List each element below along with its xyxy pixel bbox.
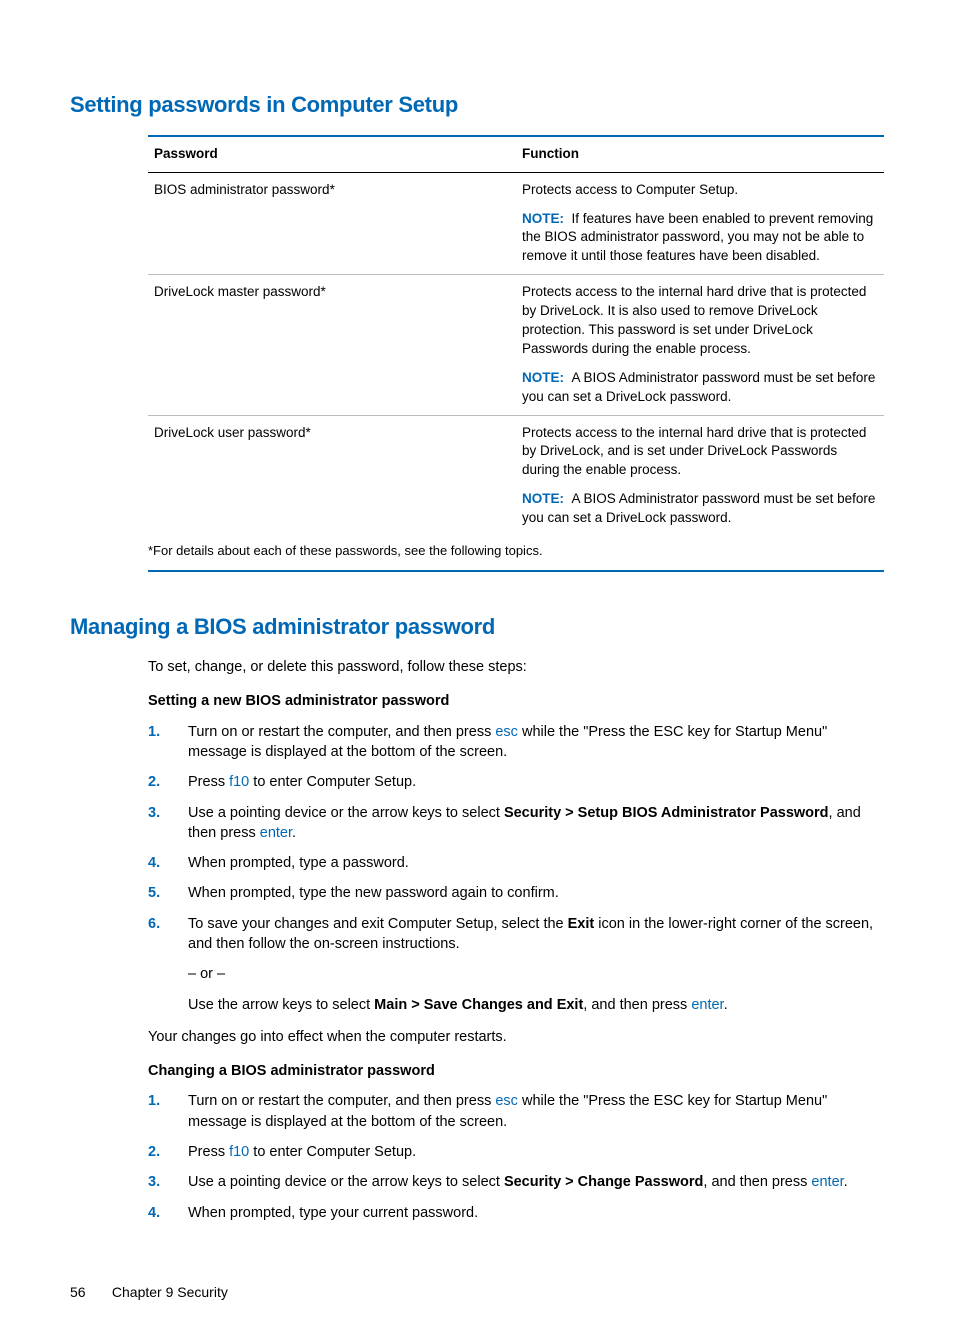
table-row: BIOS administrator password* Protects ac…: [148, 172, 884, 275]
menu-path: Main > Save Changes and Exit: [374, 997, 583, 1013]
step-text: , and then press: [703, 1174, 811, 1190]
chapter-label: Chapter 9 Security: [112, 1284, 228, 1300]
list-item: 1. Turn on or restart the computer, and …: [148, 722, 884, 763]
step-text: to enter Computer Setup.: [249, 774, 416, 790]
steps-changing: 1. Turn on or restart the computer, and …: [148, 1091, 884, 1222]
list-item: 3. Use a pointing device or the arrow ke…: [148, 1172, 884, 1192]
note-text: A BIOS Administrator password must be se…: [522, 370, 875, 404]
note-label: NOTE:: [522, 370, 564, 385]
step-text: Turn on or restart the computer, and the…: [188, 1093, 495, 1109]
password-table: Password Function BIOS administrator pas…: [148, 135, 884, 536]
key-enter: enter: [811, 1174, 843, 1190]
step-number: 5.: [148, 883, 160, 903]
after-text: Your changes go into effect when the com…: [148, 1027, 884, 1047]
step-text: Use a pointing device or the arrow keys …: [188, 1174, 504, 1190]
table-footnote: *For details about each of these passwor…: [148, 536, 884, 572]
note-text: If features have been enabled to prevent…: [522, 211, 873, 264]
step-alt: Use the arrow keys to select Main > Save…: [188, 995, 884, 1015]
cell-function: Protects access to Computer Setup. NOTE:…: [516, 172, 884, 275]
note-text: A BIOS Administrator password must be se…: [522, 491, 875, 525]
key-enter: enter: [691, 997, 723, 1013]
table-row: DriveLock master password* Protects acce…: [148, 275, 884, 415]
cell-password-name: DriveLock master password*: [148, 275, 516, 415]
subhead-changing: Changing a BIOS administrator password: [148, 1061, 884, 1081]
list-item: 2. Press f10 to enter Computer Setup.: [148, 1142, 884, 1162]
subhead-setting: Setting a new BIOS administrator passwor…: [148, 691, 884, 711]
password-table-block: Password Function BIOS administrator pas…: [148, 135, 884, 572]
step-text: When prompted, type your current passwor…: [188, 1205, 478, 1221]
fn-text: Protects access to the internal hard dri…: [522, 283, 878, 359]
step-number: 4.: [148, 1203, 160, 1223]
list-item: 1. Turn on or restart the computer, and …: [148, 1091, 884, 1132]
step-number: 3.: [148, 1172, 160, 1192]
step-number: 6.: [148, 914, 160, 934]
step-text: .: [844, 1174, 848, 1190]
step-text: .: [292, 825, 296, 841]
note-label: NOTE:: [522, 211, 564, 226]
cell-password-name: BIOS administrator password*: [148, 172, 516, 275]
list-item: 2. Press f10 to enter Computer Setup.: [148, 772, 884, 792]
key-esc: esc: [495, 724, 518, 740]
cell-password-name: DriveLock user password*: [148, 415, 516, 536]
page-number: 56: [70, 1283, 108, 1303]
step-text: Use the arrow keys to select: [188, 997, 374, 1013]
intro-text: To set, change, or delete this password,…: [148, 657, 884, 677]
list-item: 6. To save your changes and exit Compute…: [148, 914, 884, 1015]
step-number: 3.: [148, 803, 160, 823]
fn-note: NOTE: A BIOS Administrator password must…: [522, 369, 878, 407]
step-text: Press: [188, 774, 229, 790]
list-item: 5. When prompted, type the new password …: [148, 883, 884, 903]
step-text: When prompted, type the new password aga…: [188, 885, 559, 901]
fn-note: NOTE: A BIOS Administrator password must…: [522, 490, 878, 528]
step-text: , and then press: [583, 997, 691, 1013]
steps-setting: 1. Turn on or restart the computer, and …: [148, 722, 884, 1015]
key-esc: esc: [495, 1093, 518, 1109]
step-text: Use a pointing device or the arrow keys …: [188, 805, 504, 821]
list-item: 4. When prompted, type your current pass…: [148, 1203, 884, 1223]
th-password: Password: [148, 136, 516, 172]
step-text: Press: [188, 1144, 229, 1160]
th-function: Function: [516, 136, 884, 172]
step-number: 2.: [148, 772, 160, 792]
list-item: 4. When prompted, type a password.: [148, 853, 884, 873]
heading-setting-passwords: Setting passwords in Computer Setup: [70, 90, 884, 121]
page-footer: 56 Chapter 9 Security: [70, 1283, 884, 1303]
menu-path: Security > Change Password: [504, 1174, 703, 1190]
managing-block: To set, change, or delete this password,…: [148, 657, 884, 1223]
step-text: Turn on or restart the computer, and the…: [188, 724, 495, 740]
table-row: DriveLock user password* Protects access…: [148, 415, 884, 536]
fn-note: NOTE: If features have been enabled to p…: [522, 210, 878, 267]
step-text: .: [724, 997, 728, 1013]
step-number: 1.: [148, 1091, 160, 1111]
key-f10: f10: [229, 1144, 249, 1160]
step-text: To save your changes and exit Computer S…: [188, 916, 568, 932]
key-f10: f10: [229, 774, 249, 790]
menu-path: Security > Setup BIOS Administrator Pass…: [504, 805, 829, 821]
fn-text: Protects access to the internal hard dri…: [522, 424, 878, 481]
exit-icon-ref: Exit: [568, 916, 595, 932]
step-number: 1.: [148, 722, 160, 742]
heading-managing-bios: Managing a BIOS administrator password: [70, 612, 884, 643]
step-text: When prompted, type a password.: [188, 855, 409, 871]
step-number: 4.: [148, 853, 160, 873]
list-item: 3. Use a pointing device or the arrow ke…: [148, 803, 884, 844]
cell-function: Protects access to the internal hard dri…: [516, 275, 884, 415]
cell-function: Protects access to the internal hard dri…: [516, 415, 884, 536]
or-divider: – or –: [188, 964, 884, 984]
step-text: to enter Computer Setup.: [249, 1144, 416, 1160]
step-number: 2.: [148, 1142, 160, 1162]
fn-text: Protects access to Computer Setup.: [522, 181, 878, 200]
note-label: NOTE:: [522, 491, 564, 506]
key-enter: enter: [260, 825, 292, 841]
